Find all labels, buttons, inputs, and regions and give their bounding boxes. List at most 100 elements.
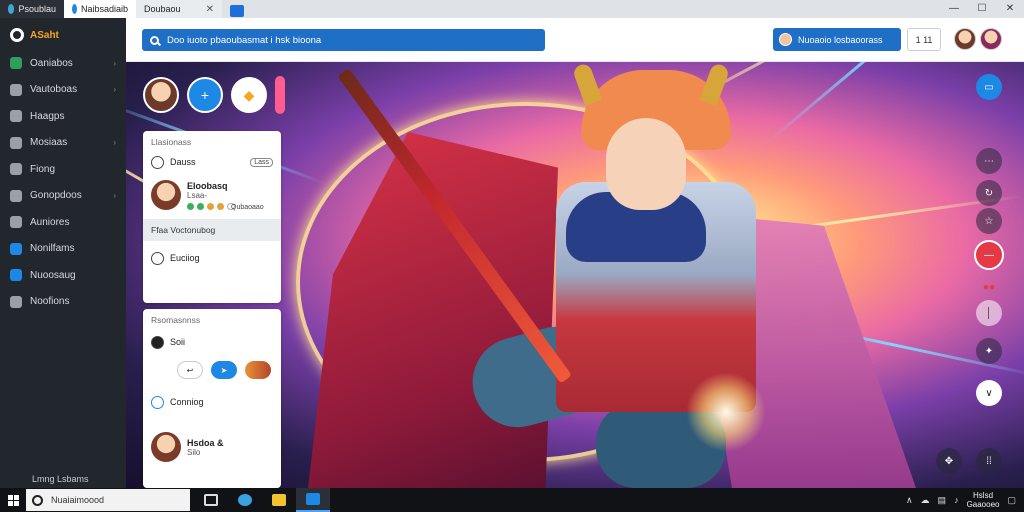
search-icon [150, 35, 159, 45]
taskbar-search[interactable]: Nuaiaimoood [26, 489, 190, 511]
pin-icon[interactable]: │ [976, 300, 1002, 326]
navigate-icon[interactable]: ✥ [936, 448, 962, 474]
list-item-label: Euciiog [170, 253, 200, 263]
list-item[interactable]: Conniog [143, 387, 281, 417]
counter-button[interactable]: 1 11 [907, 28, 941, 51]
new-tab-button[interactable] [222, 0, 262, 18]
share-icon[interactable]: ⋯ [976, 148, 1002, 174]
start-button[interactable] [0, 488, 26, 512]
chevron-down-icon[interactable]: ∨ [976, 380, 1002, 406]
clock-time: Hslsd [973, 491, 994, 500]
list-item[interactable]: Euciiog [143, 241, 281, 275]
clock[interactable]: Hslsd Gaaooeo [967, 491, 1000, 509]
list-item-name: Eloobasq [187, 180, 228, 191]
list-item-body: Eloobasq Lsaa- Qubaoaao [187, 180, 264, 211]
brand[interactable]: ASaht [0, 18, 126, 50]
reply-icon[interactable]: ↩ [177, 361, 203, 379]
taskbar-app-active[interactable] [296, 488, 330, 512]
shield-icon [10, 269, 22, 282]
sword-glow [686, 372, 766, 452]
sticker-icon[interactable] [245, 361, 271, 379]
chevron-right-icon: › [113, 191, 116, 201]
list-item[interactable]: Soii [143, 331, 281, 353]
minimize-button[interactable]: — [940, 0, 968, 18]
task-view-icon [204, 494, 218, 506]
tag-chip[interactable]: Qubaoaao [227, 202, 264, 211]
sidebar-item-label: Mosiaas [30, 137, 68, 149]
sidebar-item-10[interactable]: Noofions [0, 289, 126, 316]
maximize-button[interactable]: ☐ [968, 0, 996, 18]
send-icon[interactable]: ➤ [211, 361, 237, 379]
cloud-icon[interactable]: ☁ [921, 495, 930, 506]
sidebar-footer[interactable]: Lmng Lsbams [32, 474, 89, 484]
heart-icon[interactable]: ●● [976, 274, 1002, 300]
browser-tab-3[interactable]: Doubaou ✕ [136, 0, 222, 18]
story-avatar[interactable] [143, 77, 179, 113]
app-icon [306, 493, 320, 505]
close-window-button[interactable]: ✕ [996, 0, 1024, 18]
section-header: Ffaa Voctonubog [143, 219, 281, 241]
grid-menu-icon[interactable]: ⁞⁞ [976, 448, 1002, 474]
sidebar-item-8[interactable]: Nonilfams [0, 236, 126, 263]
list-item[interactable]: Dauss Lass [143, 153, 281, 171]
profile-avatar[interactable] [954, 28, 976, 50]
task-view-button[interactable] [194, 488, 228, 512]
sidebar-item-5[interactable]: Fiong [0, 156, 126, 183]
person-icon [10, 216, 22, 229]
taskbar-search-input[interactable]: Nuaiaimoood [51, 495, 104, 505]
browser-tabstrip: Psoublau Naibsadiaib Doubaou ✕ — ☐ ✕ [0, 0, 1024, 18]
browser-tab-2[interactable]: Naibsadiaib [64, 0, 136, 18]
user-icon [151, 335, 164, 349]
edge-icon [72, 4, 77, 14]
sidebar-item-7[interactable]: Auniores [0, 209, 126, 236]
sidebar-item-label: Noofions [30, 296, 70, 308]
horn-left [571, 62, 603, 106]
chat-icon [151, 155, 164, 169]
share-icon [10, 189, 22, 202]
tab-label: Doubaou [144, 4, 181, 14]
close-tab-icon[interactable]: ✕ [206, 4, 214, 15]
taskbar-app-files[interactable] [262, 488, 296, 512]
reaction-dots: Qubaoaao [187, 202, 264, 211]
avatar [151, 432, 181, 462]
users-icon [10, 83, 22, 96]
sidebar-item-4[interactable]: Mosiaas › [0, 130, 126, 157]
network-icon[interactable]: ▤ [938, 495, 947, 506]
sidebar-item-6[interactable]: Gonopdoos › [0, 183, 126, 210]
search-bar[interactable]: Doo iuoto pbaoubasmat i hsk bioona [142, 29, 545, 51]
favorite-icon[interactable]: ☆ [976, 208, 1002, 234]
sidebar-item-3[interactable]: Haagps [0, 103, 126, 130]
sidebar-item-label: Auniores [30, 216, 70, 228]
sidebar-item-label: Nonilfams [30, 243, 75, 255]
sidebar-item-9[interactable]: Nuoosaug [0, 262, 126, 289]
live-indicator[interactable] [275, 76, 285, 114]
notifications-icon[interactable]: ▢ [1007, 495, 1016, 506]
record-button[interactable]: — [974, 240, 1004, 270]
repost-icon[interactable]: ↻ [976, 180, 1002, 206]
user-menu-button[interactable]: Nuoaoio losbaoorass [773, 28, 901, 51]
sidebar-item-label: Oaniabos [30, 57, 73, 69]
reaction-dot [217, 202, 224, 210]
list-item[interactable]: Eloobasq Lsaa- Qubaoaao [143, 171, 281, 219]
second-profile-avatar[interactable] [980, 28, 1002, 50]
browser-tab-1[interactable]: Psoublau [0, 0, 64, 18]
sidebar-item-2[interactable]: Vautoboas › [0, 77, 126, 104]
quick-actions: + ◆ [143, 76, 285, 114]
search-input[interactable]: Doo iuoto pbaoubasmat i hsk bioona [167, 35, 321, 46]
taskbar-app-browser[interactable] [228, 488, 262, 512]
chat-bubble-icon[interactable]: ▭ [976, 74, 1002, 100]
avatar [151, 180, 181, 210]
sidebar-item-1[interactable]: Oaniabos › [0, 50, 126, 77]
screen: Psoublau Naibsadiaib Doubaou ✕ — ☐ ✕ ASa… [0, 0, 1024, 512]
settings-icon[interactable]: ✦ [976, 338, 1002, 364]
volume-icon[interactable]: ♪ [954, 495, 959, 505]
windows-icon [7, 494, 19, 506]
os-taskbar: Nuaiaimoood ∧ ☁ ▤ ♪ Hslsd Gaaooeo ▢ [0, 488, 1024, 512]
light-ray [765, 62, 982, 145]
sidebar-item-label: Nuoosaug [30, 269, 76, 281]
list-item[interactable]: Hsdoa & Silo [143, 425, 281, 469]
bookmark-icon[interactable]: ◆ [231, 77, 267, 113]
user-label: Nuoaoio losbaoorass [798, 34, 883, 45]
chevron-up-icon[interactable]: ∧ [906, 495, 913, 506]
add-icon[interactable]: + [187, 77, 223, 113]
